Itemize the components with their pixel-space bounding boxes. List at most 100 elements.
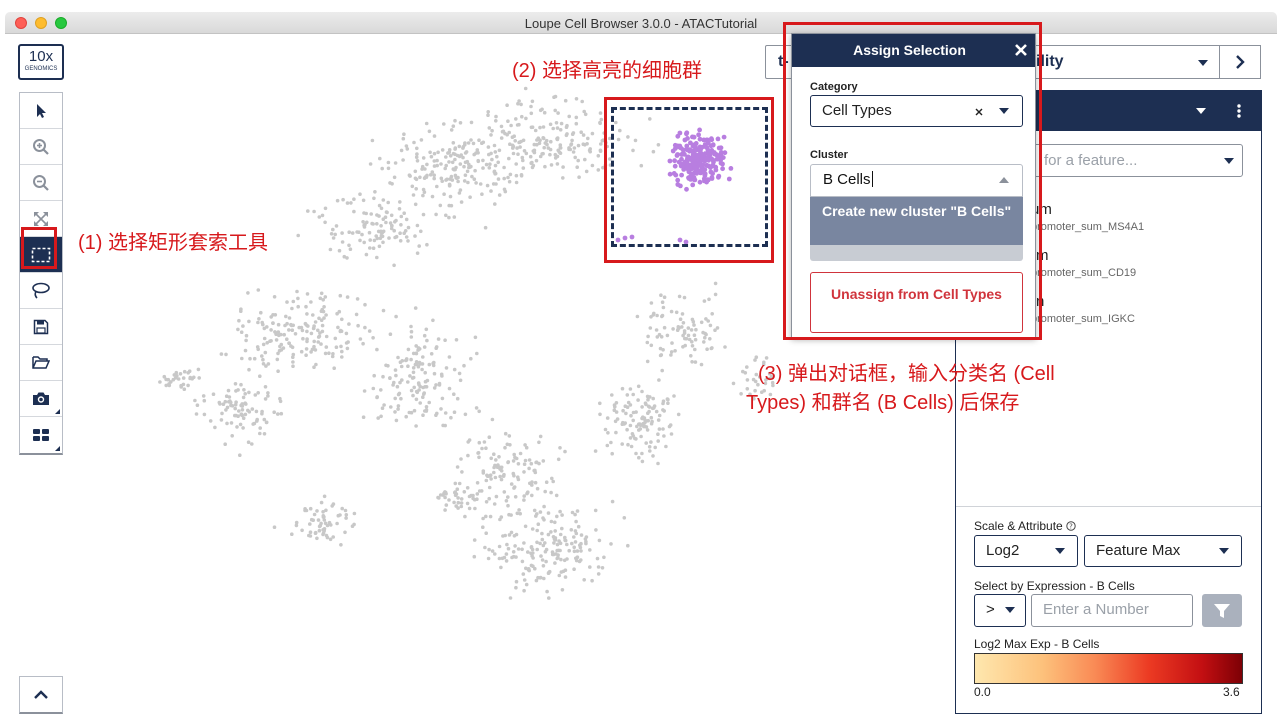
cell-point (327, 351, 331, 356)
cell-point (411, 370, 416, 375)
cell-point (613, 405, 617, 409)
cell-point (521, 572, 526, 576)
cell-point (465, 501, 470, 506)
cell-point (385, 210, 389, 215)
save-button[interactable] (20, 309, 62, 345)
zoom-in-button[interactable] (20, 129, 62, 165)
cell-point (368, 238, 372, 242)
feature-list-item[interactable]: n promoter_sum_IGKC (1031, 293, 1135, 325)
chevron-down-icon[interactable] (1196, 108, 1206, 114)
cell-point (490, 128, 494, 133)
cell-point (384, 220, 388, 225)
cell-point (579, 549, 583, 553)
cell-point (390, 224, 394, 228)
cell-point (255, 419, 259, 423)
cell-point (563, 575, 568, 579)
attribute-select[interactable]: Feature Max (1084, 535, 1242, 567)
cell-point (438, 203, 443, 208)
cell-point (527, 458, 532, 462)
cell-point (459, 497, 464, 501)
collapse-button[interactable] (19, 676, 63, 714)
cell-point (689, 328, 694, 332)
cell-point (583, 143, 587, 147)
cell-point (544, 547, 549, 552)
cell-point (344, 516, 348, 520)
pointer-tool-button[interactable] (20, 93, 62, 129)
cell-point (489, 133, 493, 137)
cell-point (569, 528, 574, 532)
cell-point (646, 334, 650, 339)
cell-point (425, 338, 429, 343)
cell-point (226, 388, 231, 393)
cell-point (694, 327, 698, 332)
cell-point (596, 154, 601, 158)
cell-point (195, 403, 200, 408)
cell-point (447, 386, 452, 391)
zoom-out-button[interactable] (20, 165, 62, 201)
cell-point (552, 552, 556, 557)
cell-point (314, 362, 318, 367)
more-options-icon[interactable] (1237, 103, 1241, 119)
cell-point (563, 538, 568, 543)
cell-point (251, 422, 255, 426)
cell-point (398, 231, 402, 235)
cell-point (322, 305, 326, 309)
cell-point (625, 427, 629, 432)
lasso-select-button[interactable] (20, 273, 62, 309)
cell-point (558, 146, 563, 150)
cell-point (370, 138, 375, 143)
next-projection-button[interactable] (1219, 45, 1261, 79)
cell-point (393, 410, 397, 414)
cell-point (227, 395, 232, 399)
cell-point (549, 530, 553, 534)
cell-point (291, 299, 296, 304)
cell-point (529, 545, 534, 549)
cell-point (467, 494, 472, 499)
cell-point (579, 533, 584, 537)
filter-button[interactable] (1202, 594, 1242, 627)
help-icon[interactable]: ? (1066, 521, 1076, 531)
cell-point (435, 411, 439, 416)
cell-point (265, 341, 269, 345)
cell-point (503, 533, 508, 538)
feature-list-item[interactable]: m promoter_sum_CD19 (1031, 247, 1136, 279)
cell-point (481, 516, 485, 521)
screenshot-button[interactable] (20, 381, 62, 417)
cell-point (236, 414, 240, 419)
cell-point (250, 407, 255, 411)
operator-select[interactable]: > (974, 594, 1026, 627)
cell-point (613, 419, 618, 424)
open-folder-button[interactable] (20, 345, 62, 381)
cell-point (394, 418, 399, 423)
feature-search-input[interactable]: for a feature... (1031, 144, 1243, 177)
cell-point (511, 151, 516, 156)
cell-point (239, 412, 244, 417)
cell-point (331, 236, 336, 240)
cell-point (323, 521, 328, 526)
cell-point (340, 506, 344, 511)
cell-point (466, 141, 471, 145)
cell-point (467, 506, 472, 511)
scale-select[interactable]: Log2 (974, 535, 1078, 567)
cell-point (428, 150, 432, 155)
cell-point (321, 510, 325, 514)
feature-list-item[interactable]: um promoter_sum_MS4A1 (1031, 201, 1144, 233)
cell-point (443, 508, 447, 512)
cell-point (640, 389, 644, 394)
cell-point (414, 389, 419, 394)
cell-point (626, 543, 630, 548)
cell-point (252, 356, 257, 361)
layout-button[interactable] (20, 417, 62, 453)
cell-point (563, 568, 568, 572)
cell-point (509, 123, 513, 128)
cell-point (425, 173, 429, 178)
cell-point (624, 411, 628, 416)
cell-point (465, 169, 470, 174)
cell-point (456, 496, 460, 500)
cell-point (329, 232, 334, 236)
cell-point (529, 563, 534, 568)
cell-point (371, 386, 376, 391)
expression-number-input[interactable]: Enter a Number (1031, 594, 1193, 627)
cell-point (505, 103, 509, 107)
cell-point (421, 156, 426, 160)
